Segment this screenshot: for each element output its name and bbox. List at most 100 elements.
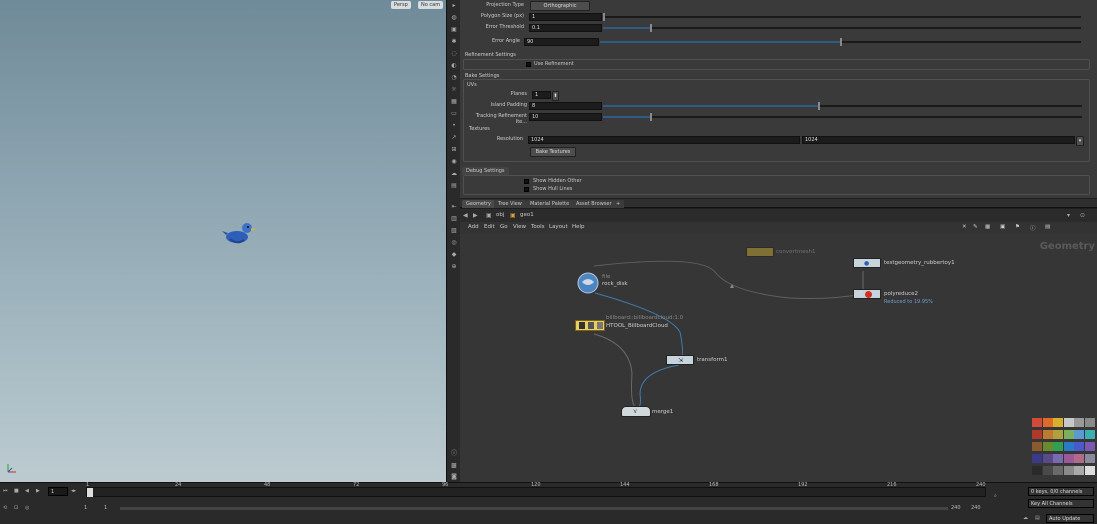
handles-icon[interactable]: ⊕ [450,263,458,271]
error-angle-field[interactable]: 90 [524,38,599,46]
select-tool-icon[interactable]: ▸ [450,2,458,10]
palette-swatch[interactable] [1063,430,1074,439]
menu-go[interactable]: Go [500,224,508,230]
ghost-icon[interactable]: ◔ [450,74,458,82]
grid-view-icon[interactable]: ▦ [985,224,990,230]
palette-swatch[interactable] [1063,418,1074,427]
palette-swatch[interactable] [1084,466,1095,475]
range-slider[interactable] [120,507,948,510]
palette-swatch[interactable] [1042,454,1053,463]
palette-swatch[interactable] [1063,454,1074,463]
projection-type-menu[interactable]: Orthographic [530,1,590,11]
point-icon[interactable]: • [450,122,458,130]
wrench-icon[interactable]: ✕ [962,224,967,230]
forward-arrow-icon[interactable]: ▶ [473,212,478,219]
camera-menu-button[interactable]: No cam [418,1,444,9]
tracking-refinement-field[interactable]: 10 [529,113,602,121]
quickmark-icon[interactable]: ✎ [973,224,978,230]
palette-swatch[interactable] [1053,466,1063,475]
tab-debug-settings[interactable]: Debug Settings [462,167,509,175]
resolution-menu[interactable]: ▾ [1076,136,1084,146]
palette-swatch[interactable] [1084,442,1095,451]
palette-swatch[interactable] [1084,430,1095,439]
network-editor[interactable]: Geometry file rock_disk billboard::billb… [460,234,1097,482]
light-icon[interactable]: ☼ [450,86,458,94]
palette-swatch[interactable] [1074,466,1084,475]
resolution-x-field[interactable]: 1024 [528,136,800,144]
planes-stepper[interactable]: ⬍ [552,91,559,101]
step-frame-icon[interactable]: ◂▸ [71,488,76,494]
polyreduce-node[interactable] [853,289,881,299]
end-frame-field-2[interactable]: 240 [971,505,981,511]
snap-icon[interactable]: ✱ [450,38,458,46]
node-color-palette[interactable] [1032,418,1096,482]
error-threshold-slider[interactable] [603,24,1081,32]
flag-icon[interactable]: ⚑ [1015,224,1020,230]
palette-swatch[interactable] [1042,466,1053,475]
back-arrow-icon[interactable]: ◀ [463,212,468,219]
polyreduce-node-name[interactable]: polyreduce2 [884,291,918,297]
use-refinement-checkbox[interactable] [526,62,531,67]
menu-help[interactable]: Help [572,224,585,230]
tab-geometry[interactable]: Geometry [462,200,495,208]
palette-swatch[interactable] [1053,442,1063,451]
file-node-icon[interactable] [577,272,599,294]
play-icon[interactable]: ▶ [36,488,40,494]
add-tab-icon[interactable]: + [612,200,625,208]
menu-view[interactable]: View [513,224,526,230]
menu-add[interactable]: Add [468,224,479,230]
island-padding-slider[interactable] [603,102,1082,110]
path-dropdown-icon[interactable]: ▾ [1067,212,1070,219]
palette-swatch[interactable] [1063,466,1074,475]
network-options-icon[interactable]: ▤ [1045,224,1050,230]
info-icon[interactable]: ⓘ [450,450,458,458]
pose-tool-icon[interactable]: ◍ [450,14,458,22]
palette-swatch[interactable] [1053,430,1063,439]
chat-icon[interactable]: ☁ [1023,515,1028,521]
testgeometry-node-name[interactable]: testgeometry_rubbertoy1 [884,260,955,266]
convertmesh-node-name[interactable]: convertmesh1 [776,249,816,255]
tab-tree-view[interactable]: Tree View [494,200,526,208]
play-back-icon[interactable]: ◀ [25,488,29,494]
playhead[interactable] [87,488,93,497]
transform-node-name[interactable]: transform1 [697,357,727,363]
merge-node-name[interactable]: merge1 [652,409,673,415]
back-icon[interactable]: ⇤ [450,203,458,211]
current-frame-field[interactable]: 1 [48,487,68,496]
pane-icon[interactable]: ▥ [450,215,458,223]
polygon-size-slider[interactable] [603,13,1081,21]
tracking-refinement-slider[interactable] [603,113,1082,121]
palette-swatch[interactable] [1032,430,1042,439]
persp-menu-button[interactable]: Persp [391,1,411,9]
window-icon[interactable]: ▤ [1035,515,1040,521]
palette-swatch[interactable] [1084,418,1095,427]
palette-swatch[interactable] [1042,442,1053,451]
billboard-node-name[interactable]: HTOOL_BillboardCloud [606,323,668,329]
pin-icon[interactable]: ⊙ [1080,212,1085,219]
auto-update-menu[interactable]: Auto Update [1046,514,1094,523]
error-angle-slider[interactable] [600,38,1081,46]
palette-swatch[interactable] [1074,430,1084,439]
menu-layout[interactable]: Layout [549,224,568,230]
grid-icon[interactable]: ▦ [450,98,458,106]
wire-icon[interactable]: ◌ [450,50,458,58]
palette-swatch[interactable] [1074,418,1084,427]
palette-swatch[interactable] [1074,442,1084,451]
testgeometry-node[interactable]: ● [853,258,881,268]
key-all-channels-menu[interactable]: Key All Channels [1028,499,1094,508]
palette-swatch[interactable] [1074,454,1084,463]
palette-swatch[interactable] [1032,442,1042,451]
palette-swatch[interactable] [1084,454,1095,463]
start-frame-field-2[interactable]: 1 [104,505,107,511]
scene-icon[interactable]: ▤ [450,182,458,190]
jump-start-icon[interactable]: ⏮ [3,488,8,494]
island-padding-field[interactable]: 8 [529,102,602,110]
keyframe-icon[interactable]: ◆ [450,251,458,259]
menu-edit[interactable]: Edit [484,224,495,230]
merge-node[interactable]: ⋎ [621,406,651,417]
node-info-icon[interactable]: ⓘ [1030,224,1036,232]
end-frame-field[interactable]: 240 [951,505,961,511]
polygon-size-field[interactable]: 1 [529,13,602,21]
path-obj[interactable]: obj [496,212,504,218]
palette-swatch[interactable] [1032,466,1042,475]
